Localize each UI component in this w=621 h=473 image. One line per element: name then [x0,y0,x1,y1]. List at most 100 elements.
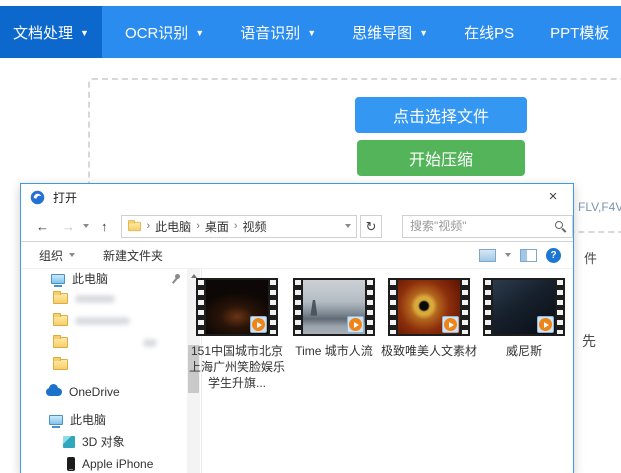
folder-icon [53,293,68,304]
file-item[interactable]: 威尼斯 [476,278,572,359]
sidebar-item-folder[interactable] [53,334,157,351]
sidebar-item-apple-iphone[interactable]: Apple iPhone [65,455,153,472]
sidebar-item-onedrive[interactable]: OneDrive [46,383,120,400]
sidebar-item-3d-objects[interactable]: 3D 对象 [63,433,125,450]
organize-menu[interactable]: 组织 [39,247,75,264]
computer-icon [49,415,63,425]
nav-item-ppt-templates[interactable]: PPT模板 [537,6,621,58]
file-item[interactable]: 极致唯美人文素材 [381,278,477,359]
app-icon [30,190,45,205]
command-bar: 组织 新建文件夹 ? [21,241,573,269]
search-icon [555,221,563,229]
view-options-icon[interactable] [479,249,496,262]
breadcrumb-this-pc[interactable]: 此电脑 [155,218,191,235]
sidebar-item-this-pc[interactable]: 此电脑 [49,411,106,428]
file-name: 极致唯美人文素材 [381,343,477,359]
organize-label: 组织 [39,247,63,264]
close-button[interactable]: × [535,184,571,210]
compress-button[interactable]: 开始压缩 [357,140,525,176]
address-bar: ← → ↑ › 此电脑 › 桌面 › 视频 ↻ [21,211,573,241]
breadcrumb-videos[interactable]: 视频 [243,218,267,235]
folder-icon [53,359,68,370]
open-file-dialog: 打开 × ← → ↑ › 此电脑 › 桌面 › 视频 ↻ [20,183,574,473]
help-icon[interactable]: ? [546,248,561,263]
video-thumbnail [483,278,565,336]
chevron-down-icon: ▼ [195,28,204,38]
sidebar-item-label: 此电脑 [72,270,108,287]
app-root: 文档处理 ▼ OCR识别 ▼ 语音识别 ▼ 思维导图 ▼ 在线PS PPT模板 … [0,0,621,473]
nav-item-label: 语音识别 [240,22,300,43]
chevron-down-icon: ▼ [80,28,89,38]
breadcrumb-chevron-icon: › [234,220,238,232]
address-box[interactable]: › 此电脑 › 桌面 › 视频 [121,215,358,238]
sidebar-item-label: 3D 对象 [82,433,125,450]
nav-item-document-processing[interactable]: 文档处理 ▼ [0,6,102,58]
history-dropdown-icon[interactable] [83,224,89,228]
nav-item-label: OCR识别 [125,22,188,43]
sidebar-item-this-pc-pinned[interactable]: 此电脑 [51,270,181,287]
view-options-dropdown-icon[interactable] [505,253,511,257]
top-navigation: 文档处理 ▼ OCR识别 ▼ 语音识别 ▼ 思维导图 ▼ 在线PS PPT模板 … [0,6,621,58]
redacted-folder-label [75,317,130,325]
file-name: 威尼斯 [476,343,572,359]
chevron-down-icon: ▼ [307,28,316,38]
new-folder-button[interactable]: 新建文件夹 [103,247,163,264]
sidebar-item-folder[interactable] [53,356,68,373]
refresh-button[interactable]: ↻ [360,215,382,238]
nav-item-label: 在线PS [464,22,514,43]
play-icon [537,316,554,333]
chevron-down-icon [69,253,75,257]
redacted-folder-label [143,339,157,347]
preview-pane-icon[interactable] [520,249,537,262]
file-name: 151中国城市北京上海广州笑脸娱乐学生升旗... [189,343,285,391]
folder-icon [53,337,68,348]
video-thumbnail [196,278,278,336]
supported-formats-fragment: FLV,F4V, [578,200,621,214]
file-list: 151中国城市北京上海广州笑脸娱乐学生升旗... Time 城市人流 极致唯美人… [202,269,573,473]
sidebar-item-label: OneDrive [69,385,120,399]
file-name: Time 城市人流 [286,343,382,359]
redacted-folder-label [75,295,115,303]
sidebar-item-folder[interactable] [53,290,115,307]
dialog-title: 打开 [53,189,77,206]
breadcrumb-chevron-icon: › [196,220,200,232]
nav-item-label: PPT模板 [550,22,609,43]
video-thumbnail [388,278,470,336]
page-text-fragment: 件 [584,248,597,267]
phone-icon [67,457,75,471]
nav-item-label: 文档处理 [13,22,73,43]
sidebar-item-label: Apple iPhone [82,457,153,471]
nav-item-label: 思维导图 [352,22,412,43]
pin-icon [171,274,181,284]
view-controls: ? [479,248,561,263]
nav-item-online-ps[interactable]: 在线PS [451,6,527,58]
video-thumbnail [293,278,375,336]
address-dropdown-icon[interactable] [345,224,351,228]
forward-button[interactable]: → [62,219,75,234]
page-text-fragment: 先 [582,331,596,351]
breadcrumb-desktop[interactable]: 桌面 [205,218,229,235]
folder-icon [53,315,68,326]
nav-item-speech-recognition[interactable]: 语音识别 ▼ [227,6,329,58]
breadcrumb-chevron-icon: › [147,220,151,232]
computer-icon [51,274,65,284]
navigation-pane: 此电脑 [21,269,201,473]
search-box [402,215,573,238]
back-button[interactable]: ← [36,219,49,234]
select-file-button[interactable]: 点击选择文件 [355,97,527,133]
file-item[interactable]: Time 城市人流 [286,278,382,359]
dialog-titlebar[interactable]: 打开 × [21,184,573,211]
search-input[interactable] [403,216,572,237]
up-button[interactable]: ↑ [101,219,108,234]
play-icon [442,316,459,333]
nav-item-mind-map[interactable]: 思维导图 ▼ [339,6,441,58]
file-item[interactable]: 151中国城市北京上海广州笑脸娱乐学生升旗... [189,278,285,391]
sidebar-item-label: 此电脑 [70,411,106,428]
play-icon [347,316,364,333]
nav-item-ocr[interactable]: OCR识别 ▼ [112,6,217,58]
chevron-down-icon: ▼ [419,28,428,38]
sidebar-item-folder[interactable] [53,312,130,329]
play-icon [250,316,267,333]
cube-icon [63,436,75,448]
cloud-icon [46,388,62,396]
